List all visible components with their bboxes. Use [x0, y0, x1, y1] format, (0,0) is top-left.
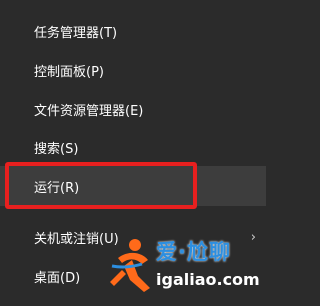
menu-item-file-explorer[interactable]: 文件资源管理器(E) — [0, 89, 266, 129]
winx-context-menu: 任务管理器(T) 控制面板(P) 文件资源管理器(E) 搜索(S) 运行(R) … — [0, 0, 266, 306]
menu-item-shutdown-signout[interactable]: 关机或注销(U) › — [0, 217, 266, 257]
menu-item-desktop[interactable]: 桌面(D) — [0, 256, 266, 296]
menu-item-run[interactable]: 运行(R) — [0, 166, 266, 206]
menu-item-label: 搜索(S) — [34, 141, 79, 157]
menu-item-label: 控制面板(P) — [34, 64, 104, 80]
menu-item-label: 文件资源管理器(E) — [34, 103, 144, 119]
menu-item-control-panel[interactable]: 控制面板(P) — [0, 50, 266, 90]
menu-item-label: 任务管理器(T) — [34, 25, 118, 41]
menu-item-search[interactable]: 搜索(S) — [0, 127, 266, 167]
menu-item-task-manager[interactable]: 任务管理器(T) — [0, 11, 266, 51]
menu-item-label: 桌面(D) — [34, 270, 81, 286]
menu-item-label: 关机或注销(U) — [34, 231, 119, 247]
menu-item-label: 运行(R) — [34, 180, 80, 196]
chevron-right-icon: › — [250, 229, 256, 245]
